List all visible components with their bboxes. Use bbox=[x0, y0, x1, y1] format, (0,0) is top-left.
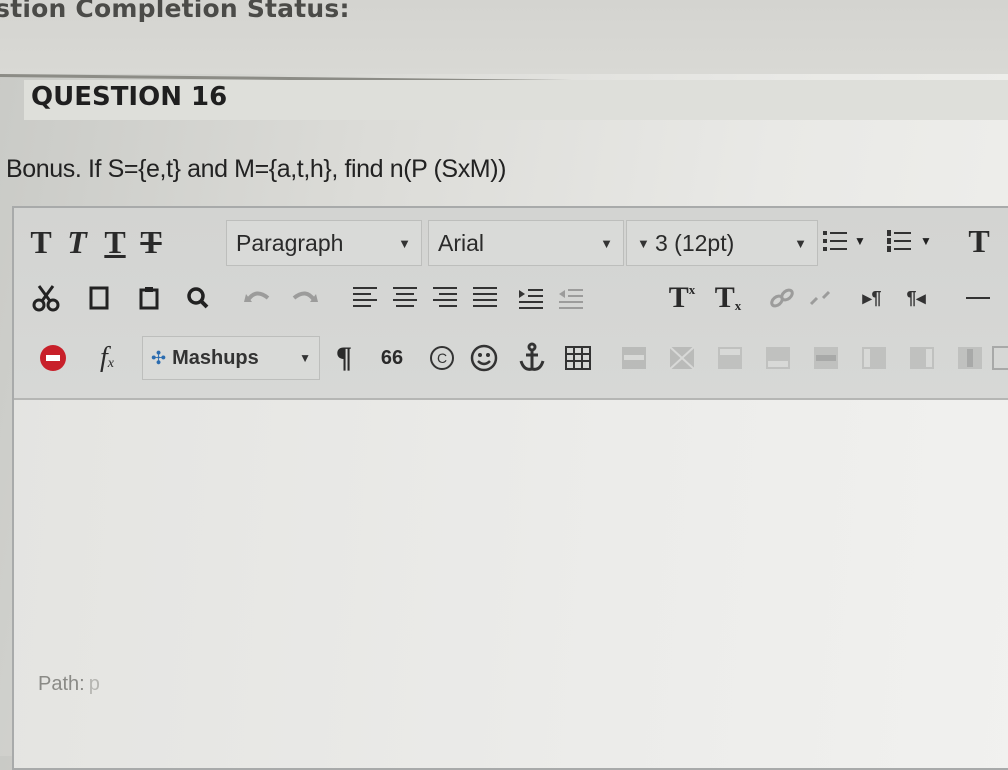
split-cells-icon[interactable] bbox=[990, 340, 1008, 376]
question-text: Bonus. If S={e,t} and M={a,t,h}, find n(… bbox=[6, 155, 507, 183]
italic-label: T bbox=[67, 223, 87, 260]
chevron-down-icon: ▼ bbox=[637, 235, 650, 251]
superscript-button[interactable]: Tx bbox=[662, 278, 702, 318]
copy-icon[interactable] bbox=[84, 280, 114, 316]
pilcrow-label: ¶ bbox=[335, 341, 353, 374]
font-select[interactable]: Arial ▼ bbox=[428, 220, 624, 266]
unlink-icon[interactable] bbox=[804, 280, 836, 316]
outdent-icon[interactable] bbox=[554, 280, 588, 316]
function-label: f bbox=[100, 342, 108, 373]
align-right-icon[interactable] bbox=[428, 280, 462, 316]
question-title: QUESTION 16 bbox=[31, 82, 228, 112]
italic-button[interactable]: T bbox=[62, 224, 92, 260]
insert-column-before-icon[interactable] bbox=[856, 340, 892, 376]
function-subscript: x bbox=[107, 356, 114, 371]
chevron-down-icon: ▼ bbox=[299, 351, 311, 365]
redo-icon[interactable] bbox=[288, 280, 320, 316]
align-left-icon[interactable] bbox=[348, 280, 382, 316]
bullet-list-icon[interactable] bbox=[820, 224, 850, 258]
mashups-select[interactable]: ✣ Mashups ▼ bbox=[142, 336, 320, 380]
table-cell-properties-icon[interactable] bbox=[664, 340, 700, 376]
chevron-down-icon: ▼ bbox=[794, 235, 807, 251]
insert-row-after-icon[interactable] bbox=[760, 340, 796, 376]
subscript-mark: x bbox=[734, 298, 742, 313]
mashups-label: Mashups bbox=[172, 346, 259, 369]
size-select[interactable]: ▼ 3 (12pt) ▼ bbox=[626, 220, 818, 266]
toolbar-row-3: fx ✣ Mashups ▼ ¶ 66 C bbox=[14, 330, 1008, 386]
mashups-icon: ✣ bbox=[151, 347, 167, 368]
subscript-label: T bbox=[714, 281, 735, 314]
insert-table-icon[interactable] bbox=[560, 340, 596, 376]
indent-icon[interactable] bbox=[514, 280, 548, 316]
ltr-direction-icon[interactable]: ▸¶ bbox=[852, 280, 892, 316]
chevron-down-icon: ▼ bbox=[398, 235, 411, 251]
align-justify-icon[interactable] bbox=[468, 280, 502, 316]
insert-column-after-icon[interactable] bbox=[904, 340, 940, 376]
completion-status-heading: estion Completion Status: bbox=[0, 0, 350, 23]
blockquote-button[interactable]: 66 bbox=[374, 340, 410, 376]
paragraph-mark-button[interactable]: ¶ bbox=[326, 338, 362, 378]
copyright-icon[interactable]: C bbox=[424, 340, 460, 376]
quote-label: 66 bbox=[380, 346, 404, 369]
bold-button[interactable]: T bbox=[26, 224, 56, 260]
text-style-button[interactable]: T bbox=[962, 222, 996, 260]
align-center-icon[interactable] bbox=[388, 280, 422, 316]
font-select-value: Arial bbox=[438, 229, 485, 256]
editor-path: Path: p bbox=[38, 673, 100, 696]
rtl-direction-icon[interactable]: ¶◂ bbox=[896, 280, 936, 316]
cut-icon[interactable] bbox=[28, 280, 64, 316]
underline-label: T bbox=[104, 223, 126, 260]
paragraph-select-value: Paragraph bbox=[236, 229, 344, 256]
strikethrough-button[interactable]: T bbox=[136, 224, 166, 260]
chevron-down-icon[interactable]: ▼ bbox=[852, 226, 868, 256]
bold-label: T bbox=[30, 223, 52, 260]
toolbar-row-1: T T T T Paragraph ▼ Arial ▼ ▼ 3 (12pt) ▼… bbox=[14, 212, 1008, 268]
search-icon[interactable] bbox=[182, 280, 214, 316]
svg-text:C: C bbox=[437, 350, 447, 366]
superscript-mark: x bbox=[688, 282, 696, 297]
horizontal-rule-icon[interactable] bbox=[958, 280, 998, 316]
path-label: Path: bbox=[38, 673, 85, 695]
table-row-properties-icon[interactable] bbox=[616, 340, 652, 376]
path-value[interactable]: p bbox=[89, 673, 100, 695]
math-editor-button[interactable]: fx bbox=[84, 340, 130, 376]
stop-icon[interactable] bbox=[34, 340, 72, 376]
chevron-down-icon: ▼ bbox=[600, 235, 613, 251]
delete-column-icon[interactable] bbox=[952, 340, 988, 376]
strikethrough-label: T bbox=[140, 223, 162, 260]
insert-row-before-icon[interactable] bbox=[712, 340, 748, 376]
paste-icon[interactable] bbox=[134, 280, 164, 316]
underline-button[interactable]: T bbox=[100, 224, 130, 260]
paragraph-select[interactable]: Paragraph ▼ bbox=[226, 220, 422, 266]
anchor-icon[interactable] bbox=[514, 338, 550, 378]
superscript-label: T bbox=[668, 281, 689, 314]
numbered-list-icon[interactable] bbox=[884, 224, 914, 258]
emoticon-icon[interactable] bbox=[466, 340, 502, 376]
chevron-down-icon[interactable]: ▼ bbox=[918, 226, 934, 256]
delete-row-icon[interactable] bbox=[808, 340, 844, 376]
link-icon[interactable] bbox=[766, 280, 798, 316]
toolbar-row-2: Tx Tx ▸¶ ¶◂ bbox=[14, 270, 1008, 326]
subscript-button[interactable]: Tx bbox=[708, 278, 748, 318]
undo-icon[interactable] bbox=[242, 280, 274, 316]
